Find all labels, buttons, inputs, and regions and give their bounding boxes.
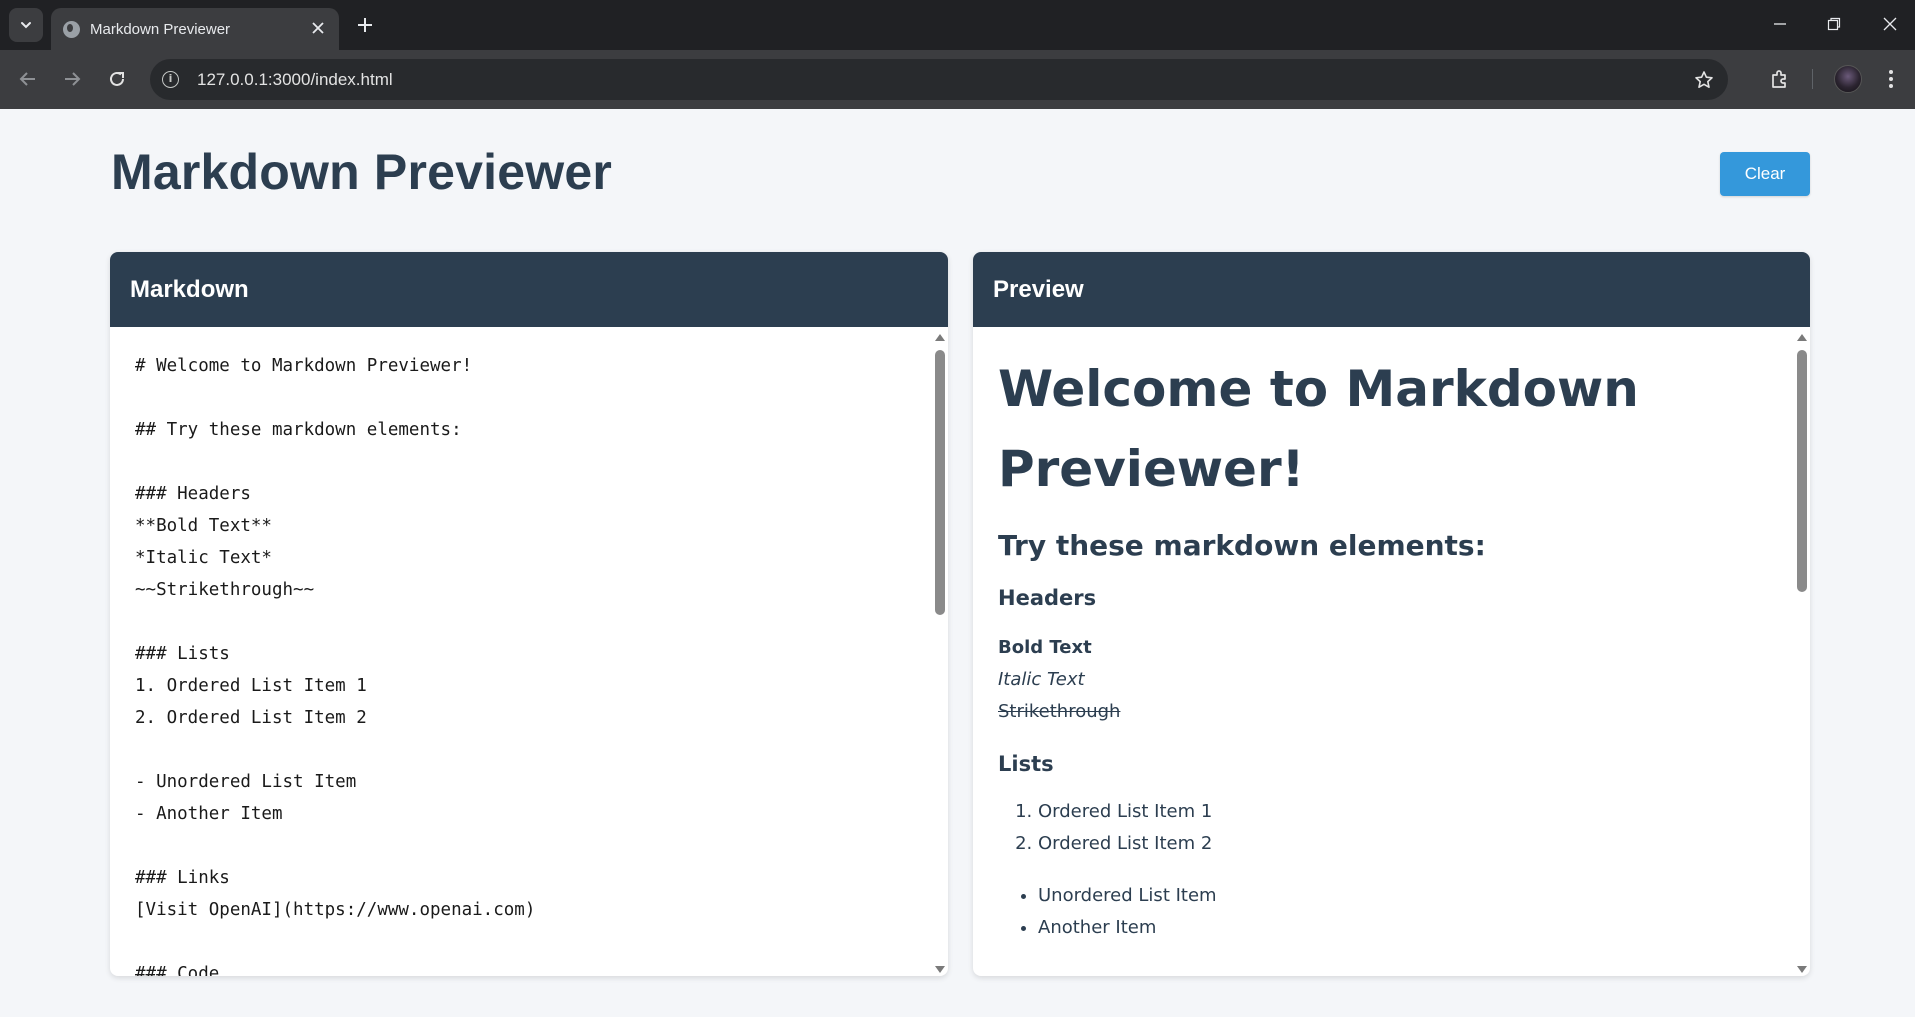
list-item: Ordered List Item 2 — [1038, 828, 1788, 860]
browser-toolbar: i 127.0.0.1:3000/index.html — [0, 50, 1915, 109]
markdown-text[interactable]: # Welcome to Markdown Previewer! ## Try t… — [135, 350, 925, 976]
browser-tab[interactable]: Markdown Previewer — [51, 8, 339, 50]
preview-heading-headers: Headers — [998, 586, 1097, 610]
markdown-panel: Markdown # Welcome to Markdown Previewer… — [110, 252, 948, 976]
restore-button[interactable] — [1814, 10, 1854, 38]
preview-panel: Preview Welcome to Markdown Previewer! T… — [973, 252, 1810, 976]
back-button[interactable] — [13, 64, 43, 94]
minimize-icon — [1774, 23, 1786, 25]
tab-search-button[interactable] — [9, 8, 43, 42]
kebab-icon — [1889, 70, 1893, 88]
editor-line[interactable]: # Welcome to Markdown Previewer! — [135, 350, 925, 382]
plus-icon — [358, 18, 372, 32]
editor-scroll-thumb[interactable] — [935, 350, 945, 615]
tab-title: Markdown Previewer — [90, 21, 231, 38]
editor-line[interactable]: [Visit OpenAI](https://www.openai.com) — [135, 894, 925, 926]
preview-ordered-list: Ordered List Item 1Ordered List Item 2 — [998, 796, 1788, 860]
markdown-editor[interactable]: # Welcome to Markdown Previewer! ## Try t… — [110, 327, 948, 976]
restore-icon — [1827, 17, 1841, 31]
editor-line[interactable] — [135, 734, 925, 766]
editor-line[interactable]: ~~Strikethrough~~ — [135, 574, 925, 606]
editor-line[interactable] — [135, 926, 925, 958]
editor-line[interactable]: ### Code — [135, 958, 925, 976]
page-title: Markdown Previewer — [111, 144, 613, 200]
globe-icon — [63, 21, 80, 38]
markdown-panel-header: Markdown — [110, 252, 948, 327]
editor-line[interactable]: ### Links — [135, 862, 925, 894]
editor-line[interactable] — [135, 830, 925, 862]
markdown-panel-title: Markdown — [130, 275, 249, 303]
bookmark-button[interactable] — [1692, 68, 1716, 92]
close-tab-button[interactable] — [307, 17, 329, 39]
close-icon — [312, 22, 324, 34]
editor-line[interactable]: ### Headers — [135, 478, 925, 510]
editor-line[interactable]: 2. Ordered List Item 2 — [135, 702, 925, 734]
star-icon — [1695, 71, 1713, 88]
preview-heading-2: Try these markdown elements: — [998, 529, 1486, 562]
browser-menu-button[interactable] — [1879, 64, 1903, 94]
clear-button[interactable]: Clear — [1720, 152, 1810, 196]
toolbar-divider — [1812, 69, 1813, 89]
list-item: Unordered List Item — [1038, 880, 1788, 912]
info-icon[interactable]: i — [162, 71, 179, 88]
address-bar[interactable]: i 127.0.0.1:3000/index.html — [150, 59, 1728, 100]
new-tab-button[interactable] — [352, 12, 378, 38]
editor-line[interactable]: ### Lists — [135, 638, 925, 670]
forward-button[interactable] — [57, 64, 87, 94]
arrow-left-icon — [19, 72, 35, 86]
url-text[interactable]: 127.0.0.1:3000/index.html — [197, 70, 393, 90]
preview-scroll-thumb[interactable] — [1797, 350, 1807, 592]
editor-line[interactable]: - Another Item — [135, 798, 925, 830]
editor-line[interactable]: **Bold Text** — [135, 510, 925, 542]
preview-panel-title: Preview — [993, 275, 1084, 303]
preview-panel-header: Preview — [973, 252, 1810, 327]
list-item: Ordered List Item 1 — [1038, 796, 1788, 828]
editor-line[interactable]: *Italic Text* — [135, 542, 925, 574]
profile-avatar[interactable] — [1834, 65, 1862, 93]
preview-strikethrough-text: Strikethrough — [998, 701, 1121, 722]
editor-line[interactable] — [135, 446, 925, 478]
minimize-button[interactable] — [1760, 10, 1800, 38]
preview-unordered-list: Unordered List ItemAnother Item — [998, 880, 1788, 944]
preview-content: Welcome to Markdown Previewer! Try these… — [973, 327, 1810, 976]
editor-line[interactable] — [135, 382, 925, 414]
close-window-button[interactable] — [1870, 10, 1910, 38]
preview-bold-text: Bold Text — [998, 637, 1092, 658]
list-item: Another Item — [1038, 912, 1788, 944]
editor-line[interactable] — [135, 606, 925, 638]
scroll-up-arrow[interactable] — [1797, 334, 1807, 341]
editor-line[interactable]: - Unordered List Item — [135, 766, 925, 798]
preview-heading-lists: Lists — [998, 752, 1054, 776]
scroll-down-arrow[interactable] — [1797, 966, 1807, 973]
preview-formatting-paragraph: Bold Text Italic Text Strikethrough — [998, 632, 1788, 728]
preview-scrollbar[interactable] — [1794, 327, 1810, 976]
scroll-up-arrow[interactable] — [935, 334, 945, 341]
extensions-button[interactable] — [1765, 64, 1795, 94]
close-window-icon — [1883, 17, 1897, 31]
puzzle-icon — [1772, 70, 1786, 88]
preview-italic-text: Italic Text — [998, 669, 1085, 690]
editor-line[interactable]: ## Try these markdown elements: — [135, 414, 925, 446]
reload-icon — [110, 71, 124, 86]
preview-heading-1: Welcome to Markdown Previewer! — [998, 360, 1639, 498]
rendered-markdown: Welcome to Markdown Previewer! Try these… — [998, 349, 1788, 944]
editor-scrollbar[interactable] — [932, 327, 948, 976]
browser-tab-bar: Markdown Previewer — [0, 0, 1915, 50]
editor-line[interactable]: 1. Ordered List Item 1 — [135, 670, 925, 702]
scroll-down-arrow[interactable] — [935, 966, 945, 973]
arrow-right-icon — [65, 72, 81, 86]
reload-button[interactable] — [102, 64, 132, 94]
chevron-down-icon — [21, 22, 31, 29]
